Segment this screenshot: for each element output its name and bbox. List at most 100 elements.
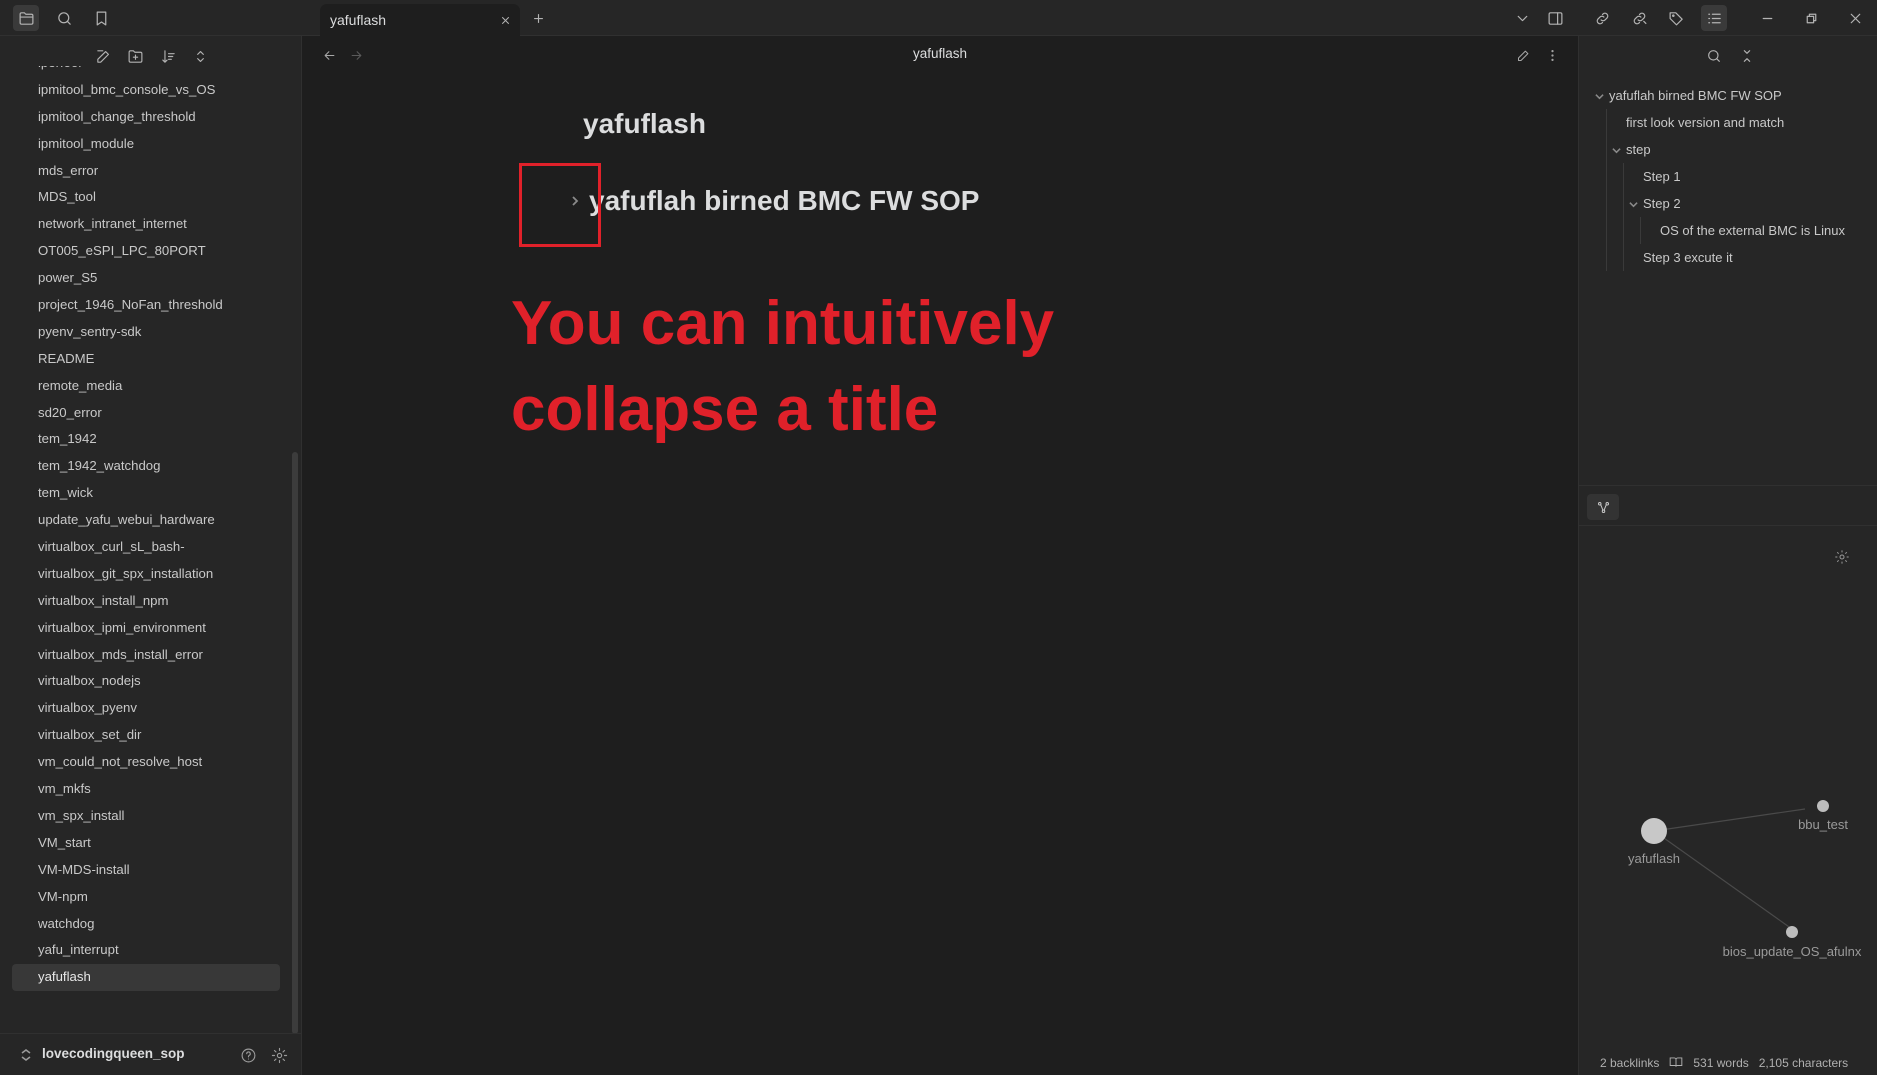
editor-pane: yafuflash yafuflash yafuflah birned BMC … [302,36,1578,1075]
file-item[interactable]: network_intranet_internet [12,211,280,238]
vault-switcher-icon[interactable] [18,1046,34,1064]
file-item[interactable]: virtualbox_nodejs [12,668,280,695]
bookmark-icon[interactable] [88,5,114,31]
file-item[interactable]: MDS_tool [12,184,280,211]
file-item[interactable]: project_1946_NoFan_threshold [12,292,280,319]
file-tree: iperfoolipmitool_bmc_console_vs_OSipmito… [12,66,280,1038]
new-folder-icon[interactable] [124,45,146,67]
outline-item[interactable]: first look version and match [1579,109,1877,136]
outline-panel: yafuflah birned BMC FW SOP first look ver… [1579,82,1877,271]
file-item[interactable]: ipmitool_change_threshold [12,104,280,131]
local-graph-tab-icon[interactable] [1587,494,1619,520]
file-item[interactable]: VM-MDS-install [12,857,280,884]
file-item[interactable]: remote_media [12,373,280,400]
new-tab-icon[interactable] [526,6,550,30]
outline-item-label: Step 3 excute it [1643,250,1733,265]
outline-item[interactable]: Step 1 [1579,163,1877,190]
file-item[interactable]: vm_mkfs [12,776,280,803]
file-item[interactable]: iperfool [12,66,280,77]
outline-item[interactable]: OS of the external BMC is Linux [1579,217,1877,244]
file-item[interactable]: virtualbox_pyenv [12,695,280,722]
backlinks-count[interactable]: 2 backlinks [1600,1056,1659,1070]
outgoing-links-icon[interactable] [1626,5,1652,31]
file-item[interactable]: virtualbox_git_spx_installation [12,561,280,588]
view-header-title[interactable]: yafuflash [302,46,1578,61]
outline-icon[interactable] [1701,5,1727,31]
file-item[interactable]: virtualbox_set_dir [12,722,280,749]
close-tab-icon[interactable] [496,11,514,29]
file-item[interactable]: tem_1942_watchdog [12,453,280,480]
file-explorer-icon[interactable] [13,5,39,31]
file-tree-scrollbar[interactable] [292,452,298,1034]
file-item[interactable]: ipmitool_bmc_console_vs_OS [12,77,280,104]
restore-icon[interactable] [1798,5,1824,31]
outline-item[interactable]: yafuflah birned BMC FW SOP [1579,82,1877,109]
tags-icon[interactable] [1663,5,1689,31]
inline-title[interactable]: yafuflash [583,108,706,140]
outline-collapse-chevron-icon[interactable] [1628,199,1638,209]
file-item[interactable]: tem_1942 [12,426,280,453]
left-sidebar: iperfoolipmitool_bmc_console_vs_OSipmito… [0,36,302,1075]
tab-list-chevron-icon[interactable] [1509,5,1535,31]
graph-label-bios-update: bios_update_OS_afulnx [1723,944,1862,959]
graph-label-bbu-test: bbu_test [1798,817,1848,832]
heading-h1[interactable]: yafuflah birned BMC FW SOP [589,185,979,217]
file-item[interactable]: virtualbox_install_npm [12,588,280,615]
outline-item-label: first look version and match [1626,115,1785,130]
outline-item[interactable]: Step 3 excute it [1579,244,1877,271]
heading-row: yafuflah birned BMC FW SOP [567,179,979,223]
settings-icon[interactable] [268,1044,290,1066]
character-count: 2,105 characters [1758,1056,1849,1070]
file-item[interactable]: VM_start [12,830,280,857]
file-item[interactable]: README [12,346,280,373]
outline-collapse-chevron-icon[interactable] [1594,91,1604,101]
file-item[interactable]: sd20_error [12,400,280,427]
close-window-icon[interactable] [1842,5,1868,31]
reading-view-icon[interactable] [1669,1055,1683,1072]
graph-node-yafuflash[interactable] [1641,818,1667,844]
tab-label: yafuflash [330,12,387,28]
file-item[interactable]: vm_spx_install [12,803,280,830]
more-options-icon[interactable] [1541,44,1563,66]
outline-item[interactable]: step [1579,136,1877,163]
file-item[interactable]: virtualbox_curl_sL_bash- [12,534,280,561]
local-graph[interactable]: yafuflash bbu_test bios_update_OS_afulnx [1579,526,1877,1026]
graph-node-bios-update[interactable] [1786,926,1798,938]
collapse-all-icon[interactable] [1736,45,1758,67]
new-note-icon[interactable] [92,45,114,67]
file-item[interactable]: OT005_eSPI_LPC_80PORT [12,238,280,265]
tab-yafuflash[interactable]: yafuflash [320,4,520,36]
file-item[interactable]: watchdog [12,911,280,938]
expand-collapse-icon[interactable] [189,45,211,67]
file-item[interactable]: virtualbox_ipmi_environment [12,615,280,642]
vault-name[interactable]: lovecodingqueen_sop [42,1046,185,1061]
minimize-icon[interactable] [1754,5,1780,31]
file-item[interactable]: tem_wick [12,480,280,507]
toggle-sidebar-icon[interactable] [1542,5,1568,31]
file-item[interactable]: VM-npm [12,884,280,911]
outline-collapse-chevron-icon[interactable] [1611,145,1621,155]
file-item[interactable]: yafu_interrupt [12,937,280,964]
file-item[interactable]: pyenv_sentry-sdk [12,319,280,346]
edit-mode-icon[interactable] [1512,44,1534,66]
file-item[interactable]: vm_could_not_resolve_host [12,749,280,776]
file-item[interactable]: mds_error [12,158,280,185]
backlinks-icon[interactable] [1589,5,1615,31]
file-item[interactable]: power_S5 [12,265,280,292]
graph-node-bbu-test[interactable] [1817,800,1829,812]
file-item[interactable]: ipmitool_module [12,131,280,158]
outline-item-label: Step 2 [1643,196,1681,211]
outline-search-icon[interactable] [1703,45,1725,67]
help-icon[interactable] [237,1044,259,1066]
outline-item[interactable]: Step 2 [1579,190,1877,217]
graph-edge [1653,830,1793,930]
file-item[interactable]: virtualbox_mds_install_error [12,642,280,669]
vault-footer: lovecodingqueen_sop [0,1033,302,1075]
file-item[interactable]: update_yafu_webui_hardware [12,507,280,534]
search-icon[interactable] [51,5,77,31]
sort-order-icon[interactable] [157,45,179,67]
file-item[interactable]: yafuflash [12,964,280,992]
status-bar: 2 backlinks 531 words 2,105 characters [1600,1053,1848,1073]
word-count: 531 words [1693,1056,1749,1070]
annotation-highlight-box [519,163,601,247]
